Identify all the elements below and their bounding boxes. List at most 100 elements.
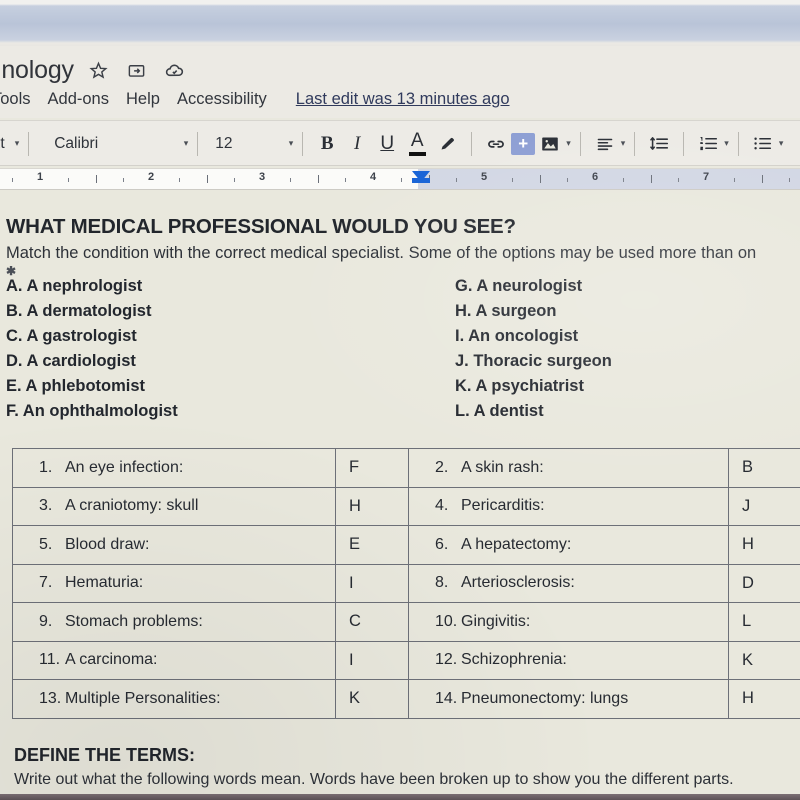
table-cell-answer[interactable]: H <box>728 525 800 565</box>
table-cell-question[interactable]: 1. An eye infection: <box>12 448 336 488</box>
star-icon[interactable] <box>86 57 112 83</box>
text-color-button[interactable]: A <box>402 129 432 159</box>
menu-item-tools[interactable]: Tools <box>0 90 31 109</box>
table-row[interactable]: 7. Hematuria: I 8. Arteriosclerosis: D <box>12 563 800 603</box>
move-to-folder-icon[interactable] <box>124 57 150 83</box>
table-row[interactable]: 9. Stomach problems: C 10. Gingivitis: L <box>12 602 800 642</box>
table-row[interactable]: 13. Multiple Personalities: K 14. Pneumonect… <box>12 679 800 719</box>
table-cell-answer[interactable]: C <box>335 602 409 642</box>
table-cell-question[interactable]: 13. Multiple Personalities: <box>12 679 336 719</box>
ruler-tick <box>289 178 291 182</box>
italic-button[interactable]: I <box>342 129 372 159</box>
chevron-down-icon[interactable]: ▾ <box>779 138 784 149</box>
table-cell-answer[interactable]: J <box>728 486 800 526</box>
toolbar-divider <box>683 131 685 156</box>
table-cell-answer[interactable]: I <box>335 640 409 680</box>
formatting-toolbar: ext ▾ Calibri ▾ 12 ▾ B I U A + <box>0 120 800 166</box>
table-row[interactable]: 11. A carcinoma: I 12. Schizophrenia: K <box>12 640 800 680</box>
insert-link-icon[interactable] <box>481 129 511 159</box>
table-cell-question[interactable]: 10. Gingivitis: <box>408 602 729 642</box>
table-cell-answer[interactable]: H <box>335 486 409 526</box>
ruler-tick <box>317 175 319 183</box>
question-text: An eye infection: <box>65 458 184 476</box>
font-size-select[interactable]: 12 ▾ <box>207 135 293 153</box>
question-number: 3. <box>39 497 53 515</box>
paragraph-style-select[interactable]: ext ▾ <box>0 135 19 153</box>
question-number: 13. <box>39 689 62 707</box>
option-item-g: G. A neurologist <box>455 277 583 295</box>
table-cell-question[interactable]: 6. A hepatectomy: <box>408 525 729 565</box>
question-number: 10. <box>435 612 458 630</box>
table-cell-answer[interactable]: D <box>728 563 800 603</box>
chevron-down-icon[interactable]: ▾ <box>566 138 571 149</box>
chevron-down-icon[interactable]: ▾ <box>621 138 626 149</box>
table-cell-question[interactable]: 14. Pneumonectomy: lungs <box>408 679 729 719</box>
option-item-c: C. A gastrologist <box>6 327 137 345</box>
table-cell-answer[interactable]: B <box>728 448 800 488</box>
table-cell-question[interactable]: 7. Hematuria: <box>12 563 336 603</box>
page-title: WHAT MEDICAL PROFESSIONAL WOULD YOU SEE? <box>6 215 516 238</box>
table-cell-question[interactable]: 4. Pericarditis: <box>408 486 729 526</box>
ruler-tick <box>733 178 735 182</box>
menu-item-addons[interactable]: Add-ons <box>48 90 109 109</box>
font-family-value: Calibri <box>54 134 99 152</box>
answer-letter: D <box>742 573 754 592</box>
table-cell-answer[interactable]: E <box>335 525 409 565</box>
menu-item-help[interactable]: Help <box>126 90 160 109</box>
question-text: Pneumonectomy: lungs <box>461 689 629 707</box>
highlight-pencil-icon[interactable] <box>432 129 462 159</box>
line-spacing-icon[interactable] <box>644 129 674 159</box>
table-cell-answer[interactable]: K <box>335 679 409 719</box>
table-row[interactable]: 3. A craniotomy: skull H 4. Pericarditis: J <box>12 486 800 526</box>
answer-letter: E <box>349 535 361 554</box>
table-cell-question[interactable]: 8. Arteriosclerosis: <box>408 563 729 603</box>
table-cell-question[interactable]: 11. A carcinoma: <box>12 640 336 680</box>
document-page[interactable]: WHAT MEDICAL PROFESSIONAL WOULD YOU SEE?… <box>0 190 800 800</box>
bold-button[interactable]: B <box>312 129 342 159</box>
matching-table[interactable]: 1. An eye infection: F 2. A skin rash: B 3. A c… <box>12 448 800 719</box>
ruler-tick <box>567 178 569 182</box>
table-cell-answer[interactable]: H <box>728 679 800 719</box>
docs-header: inology Tools Add-ons Help Accessibility… <box>0 46 800 118</box>
question-text: Gingivitis: <box>461 612 531 630</box>
question-text: Stomach problems: <box>65 612 203 630</box>
table-cell-question[interactable]: 5. Blood draw: <box>12 525 336 565</box>
ruler-tick <box>234 178 236 182</box>
table-cell-question[interactable]: 3. A craniotomy: skull <box>12 486 336 526</box>
question-number: 11. <box>39 651 61 669</box>
document-ruler[interactable]: 1 2 3 4 5 6 7 <box>0 168 800 190</box>
answer-letter: B <box>742 458 754 477</box>
chevron-down-icon[interactable]: ▾ <box>724 138 729 149</box>
font-family-select[interactable]: Calibri ▾ <box>38 135 188 153</box>
table-row[interactable]: 1. An eye infection: F 2. A skin rash: B <box>12 448 800 488</box>
table-cell-answer[interactable]: L <box>728 602 800 642</box>
indent-marker[interactable] <box>412 171 430 183</box>
define-terms-heading: DEFINE THE TERMS: <box>14 745 196 765</box>
table-row[interactable]: 5. Blood draw: E 6. A hepatectomy: H <box>12 525 800 565</box>
last-edit-link[interactable]: Last edit was 13 minutes ago <box>296 90 510 109</box>
table-cell-answer[interactable]: K <box>728 640 800 680</box>
underline-button[interactable]: U <box>372 129 402 159</box>
bulleted-list-icon[interactable] <box>748 129 778 159</box>
table-cell-answer[interactable]: F <box>335 448 409 488</box>
ruler-tick <box>95 175 97 183</box>
question-text: Blood draw: <box>65 535 150 553</box>
table-cell-question[interactable]: 12. Schizophrenia: <box>408 640 729 680</box>
document-title[interactable]: inology <box>0 56 74 85</box>
numbered-list-icon[interactable] <box>693 129 723 159</box>
option-item-k: K. A psychiatrist <box>455 377 584 395</box>
answer-letter: J <box>742 496 751 515</box>
insert-image-icon[interactable] <box>535 129 565 159</box>
question-text: A carcinoma: <box>65 651 158 669</box>
question-number: 5. <box>39 535 53 553</box>
ruler-number: 1 <box>36 171 44 183</box>
table-cell-answer[interactable]: I <box>335 563 409 603</box>
table-cell-question[interactable]: 9. Stomach problems: <box>12 602 336 642</box>
ruler-tick <box>678 178 680 182</box>
menu-item-accessibility[interactable]: Accessibility <box>177 90 267 109</box>
table-cell-question[interactable]: 2. A skin rash: <box>408 448 729 488</box>
ruler-tick <box>123 178 125 182</box>
add-comment-icon[interactable]: + <box>511 132 536 155</box>
align-left-icon[interactable] <box>590 129 620 159</box>
question-number: 2. <box>435 458 449 476</box>
